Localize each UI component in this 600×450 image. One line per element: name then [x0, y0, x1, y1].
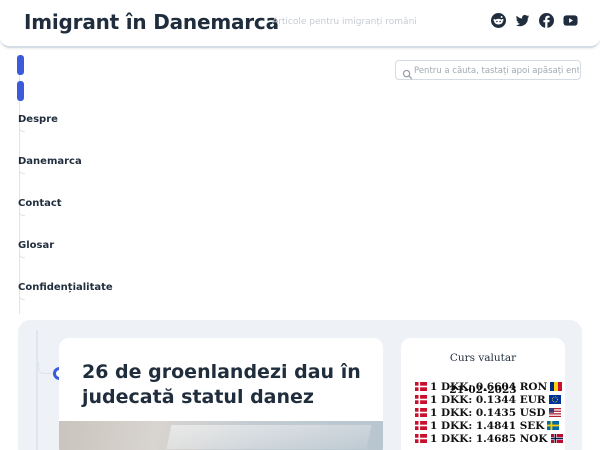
rate-text: 1 DKK: 0.1344 EUR — [430, 393, 546, 406]
currency-widget-title: Curs valutar — [449, 352, 517, 364]
usa-flag-icon — [548, 408, 561, 417]
search-input[interactable] — [414, 63, 579, 78]
nav-tick — [19, 210, 25, 216]
article-image[interactable] — [59, 421, 383, 450]
nav-tick — [19, 126, 25, 132]
search-box — [395, 60, 581, 80]
denmark-flag-icon — [415, 382, 427, 391]
twitter-icon[interactable] — [515, 13, 530, 28]
denmark-flag-icon — [415, 408, 427, 417]
site-tagline: Articole pentru imigranți români — [272, 17, 417, 27]
currency-widget: Curs valutar 21-02-2023 1 DKK: 0.6604 RO… — [401, 338, 565, 450]
site-title[interactable]: Imigrant în Danemarca — [24, 10, 279, 34]
nav-item-despre[interactable]: Despre — [18, 114, 58, 125]
rate-row-nok: 1 DKK: 1.4685 NOK — [415, 432, 563, 445]
sweden-flag-icon — [547, 421, 560, 430]
eu-flag-icon — [548, 395, 561, 404]
article-card[interactable]: 26 de groenlandezi dau în judecată statu… — [59, 338, 383, 450]
rate-row-ron: 1 DKK: 0.6604 RON — [415, 380, 563, 393]
denmark-flag-icon — [415, 395, 427, 404]
nav-item-contact[interactable]: Contact — [18, 198, 62, 209]
timeline-connector — [38, 362, 54, 374]
site-header: Imigrant în Danemarca Articole pentru im… — [0, 0, 600, 48]
nav-item-danemarca[interactable]: Danemarca — [18, 156, 82, 167]
romania-flag-icon — [550, 382, 563, 391]
timeline-line — [36, 330, 38, 450]
norway-flag-icon — [550, 434, 563, 443]
denmark-flag-icon — [415, 421, 427, 430]
nav-tick — [19, 252, 25, 258]
rate-text: 1 DKK: 1.4685 NOK — [430, 432, 548, 445]
facebook-icon[interactable] — [539, 13, 554, 28]
rate-text: 1 DKK: 0.6604 RON — [430, 380, 548, 393]
article-title[interactable]: 26 de groenlandezi dau în judecată statu… — [82, 360, 372, 410]
rate-row-eur: 1 DKK: 0.1344 EUR — [415, 393, 561, 406]
rate-text: 1 DKK: 0.1435 USD — [430, 406, 546, 419]
rate-row-usd: 1 DKK: 0.1435 USD — [415, 406, 561, 419]
nav-item-glosar[interactable]: Glosar — [18, 240, 54, 251]
image-detail — [166, 425, 372, 449]
rate-row-sek: 1 DKK: 1.4841 SEK — [415, 419, 560, 432]
nav-item-confidentialitate[interactable]: Confidențialitate — [18, 282, 113, 293]
reddit-icon[interactable] — [491, 13, 506, 28]
rate-text: 1 DKK: 1.4841 SEK — [430, 419, 545, 432]
social-links — [491, 13, 578, 28]
nav-tick — [19, 168, 25, 174]
denmark-flag-icon — [415, 434, 427, 443]
nav-toggle-handle-2[interactable] — [17, 81, 24, 101]
nav-tick — [19, 294, 25, 300]
search-icon — [402, 65, 413, 80]
nav-toggle-handle[interactable] — [17, 55, 24, 75]
youtube-icon[interactable] — [563, 13, 578, 28]
